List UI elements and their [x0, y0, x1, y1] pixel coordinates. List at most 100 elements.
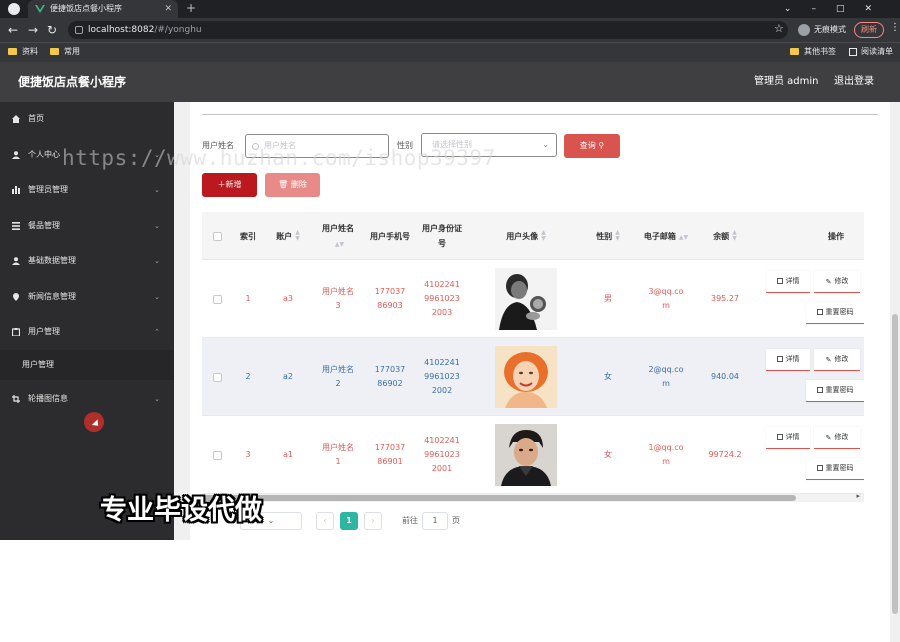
bookmark-star-icon[interactable]: ☆	[774, 22, 784, 35]
document-icon	[776, 434, 783, 440]
next-page-button[interactable]: ›	[364, 512, 382, 530]
goto-page-input[interactable]: 1	[422, 512, 448, 530]
select-all-checkbox[interactable]	[212, 231, 222, 241]
sort-icon[interactable]: ▲▼	[335, 242, 344, 248]
incognito-profile[interactable]: 无痕模式	[798, 22, 846, 38]
browser-tab-bar: 便捷饭店点餐小程序 ✕ + ⌄–□✕	[0, 0, 900, 18]
panel-divider	[202, 114, 878, 115]
back-icon[interactable]: ←	[8, 22, 18, 38]
row-checkbox[interactable]	[212, 372, 222, 382]
col-actions: 操作	[750, 212, 864, 260]
col-index[interactable]: 索引	[232, 212, 264, 260]
col-idcard[interactable]: 用户身份证号	[416, 212, 468, 260]
sidebar-item-users[interactable]: 用户管理 ⌃	[0, 317, 174, 347]
sidebar-subitem-users[interactable]: 用户管理	[0, 350, 174, 380]
sidebar-item-profile[interactable]: 个人中心 ⌄	[0, 140, 174, 170]
cell-gender: 男	[604, 294, 612, 303]
sidebar-item-dishes[interactable]: 餐品管理 ⌄	[0, 211, 174, 241]
cell-name: 用户姓名3	[312, 260, 364, 338]
col-label: 电子邮箱	[643, 231, 676, 241]
edit-button[interactable]: ✎ 修改	[814, 349, 860, 371]
chrome-icon[interactable]	[8, 3, 20, 15]
reset-password-button[interactable]: 重置密码	[806, 302, 864, 324]
col-balance[interactable]: 余额 ▲ ▼	[700, 212, 750, 260]
url-input[interactable]: localhost:8082/#/yonghu	[68, 21, 788, 39]
gender-select[interactable]: 请选择性别 ⌄	[421, 133, 557, 157]
bookmark-folder-ziliao[interactable]: 资料	[8, 43, 38, 61]
folder-icon	[50, 48, 59, 55]
reload-icon[interactable]: ↻	[47, 22, 57, 38]
bookmark-label: 资料	[22, 47, 38, 56]
add-button[interactable]: ＋新增	[202, 173, 257, 197]
sort-icon[interactable]: ▲▼	[541, 230, 546, 242]
sort-icon[interactable]: ▲▼	[615, 230, 620, 242]
reset-password-button[interactable]: 重置密码	[806, 458, 864, 480]
window-controls[interactable]: ⌄–□✕	[784, 0, 892, 18]
name-search-input[interactable]: 用户姓名	[245, 134, 389, 158]
detail-button[interactable]: 详情	[766, 427, 810, 449]
browser-tab[interactable]: 便捷饭店点餐小程序 ✕	[28, 0, 178, 18]
more-menu-icon[interactable]: ⋮	[890, 22, 900, 33]
document-icon	[776, 278, 783, 284]
col-name[interactable]: 用户姓名 ▲▼	[312, 212, 364, 260]
sidebar-item-basedata[interactable]: 基础数据管理 ⌄	[0, 246, 174, 276]
app-header: 便捷饭店点餐小程序 管理员 admin 退出登录	[0, 62, 900, 102]
cell-index: 2	[245, 372, 251, 381]
tab-close-icon[interactable]: ✕	[164, 0, 172, 18]
pencil-icon: ✎	[825, 434, 832, 442]
cell-avatar	[468, 338, 584, 416]
col-phone[interactable]: 用户手机号	[364, 212, 416, 260]
detail-button[interactable]: 详情	[766, 349, 810, 371]
table-horizontal-scrollbar[interactable]: ▸	[202, 492, 864, 502]
row-checkbox[interactable]	[212, 294, 222, 304]
edit-button[interactable]: ✎ 修改	[814, 271, 860, 293]
new-tab-button[interactable]: +	[186, 0, 196, 17]
detail-button[interactable]: 详情	[766, 271, 810, 293]
edit-button[interactable]: ✎ 修改	[814, 427, 860, 449]
col-avatar[interactable]: 用户头像 ▲ ▼	[468, 212, 584, 260]
sidebar-item-news[interactable]: 新闻信息管理 ⌄	[0, 282, 174, 312]
scrollbar-thumb[interactable]	[892, 314, 898, 614]
sidebar: 首页 个人中心 ⌄ 管理员管理 ⌄ 餐品管理 ⌄ 基础数据管理 ⌄ 新闻信息管理…	[0, 102, 174, 540]
chevron-down-icon: ⌄	[154, 293, 160, 301]
col-email[interactable]: 电子邮箱 ▲▼	[632, 212, 700, 260]
admin-label: 管理员 admin	[754, 76, 819, 87]
reading-list[interactable]: 阅读清单	[849, 43, 893, 61]
row-checkbox[interactable]	[212, 450, 222, 460]
update-button[interactable]: 刷新	[854, 22, 884, 38]
scrollbar-thumb[interactable]	[202, 495, 796, 501]
bookmark-folder-other[interactable]: 其他书签	[790, 43, 836, 61]
user-icon	[12, 151, 20, 159]
sidebar-item-carousel[interactable]: 轮播图信息 ⌄	[0, 384, 174, 414]
info-icon[interactable]	[75, 26, 83, 34]
sidebar-item-home[interactable]: 首页	[0, 104, 174, 134]
query-button[interactable]: 查询 ⚲	[564, 134, 620, 158]
scroll-right-arrow-icon[interactable]: ▸	[856, 492, 860, 500]
row-select-cell	[202, 338, 232, 416]
bookmark-folder-changyong[interactable]: 常用	[50, 43, 80, 61]
sidebar-item-label: 个人中心	[28, 150, 60, 159]
incognito-icon	[798, 23, 810, 36]
table-row: 2 a2 用户姓名2 17703786902 41022419961023200…	[202, 338, 864, 416]
prev-page-button[interactable]: ‹	[316, 512, 334, 530]
sidebar-item-admin[interactable]: 管理员管理 ⌄	[0, 175, 174, 205]
cell-email-text: 2@qq.com	[648, 365, 684, 388]
col-label: 用户手机号	[370, 231, 410, 241]
col-account[interactable]: 账户 ▲ ▼	[264, 212, 312, 260]
sort-icon[interactable]: ▲▼	[295, 230, 300, 242]
logout-link[interactable]: 退出登录	[834, 62, 874, 102]
forward-icon[interactable]: →	[28, 22, 38, 38]
page-size-select[interactable]: ⌄	[240, 512, 302, 530]
delete-button[interactable]: 🗑 删除	[265, 173, 320, 197]
page-number-current[interactable]: 1	[340, 512, 358, 530]
cell-phone: 17703786903	[364, 260, 416, 338]
name-search-label: 用户姓名	[202, 141, 234, 150]
reset-password-button[interactable]: 重置密码	[806, 380, 864, 402]
cell-index: 3	[245, 450, 251, 459]
col-label: 操作	[828, 231, 844, 241]
sort-icon[interactable]: ▲▼	[679, 234, 688, 241]
sidebar-item-label: 新闻信息管理	[28, 292, 76, 301]
col-gender[interactable]: 性别 ▲ ▼	[584, 212, 632, 260]
page-vertical-scrollbar[interactable]	[890, 204, 900, 642]
sort-icon[interactable]: ▲▼	[732, 230, 737, 242]
